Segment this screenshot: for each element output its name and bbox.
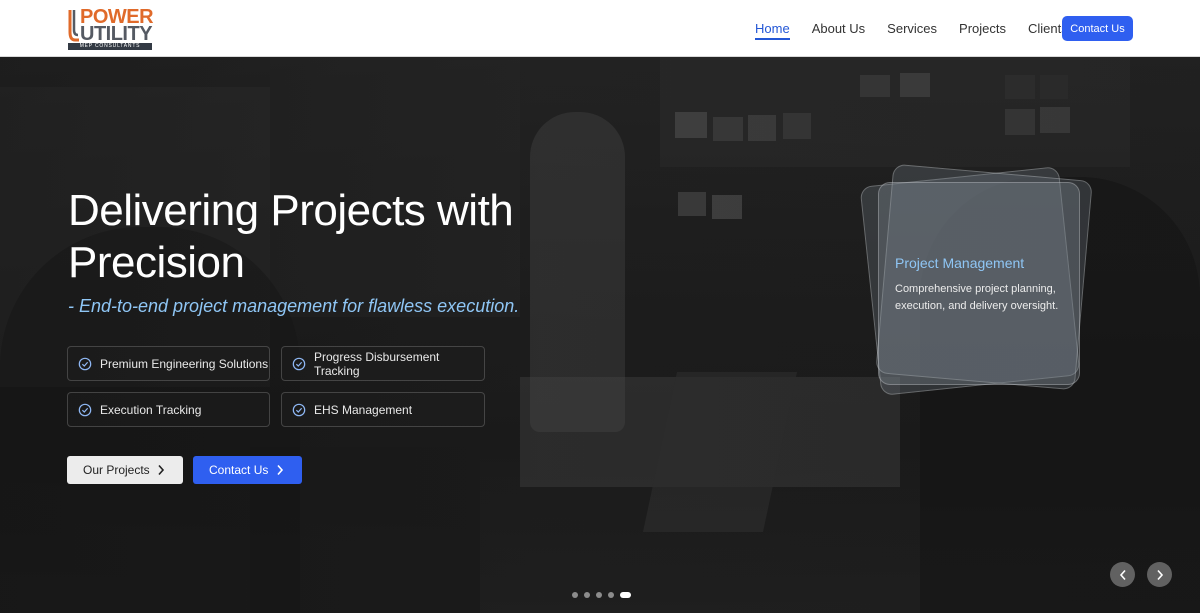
feature-label: EHS Management (314, 402, 413, 417)
logo-mark-icon (68, 10, 79, 42)
slider-prev-button[interactable] (1110, 562, 1135, 587)
check-circle-icon (292, 403, 306, 416)
nav-item-about-us[interactable]: About Us (812, 0, 865, 57)
check-circle-icon (78, 403, 92, 416)
feature-item: Execution Tracking (67, 392, 270, 427)
main-nav: Home About Us Services Projects Clients (755, 0, 1090, 57)
slider-dot[interactable] (584, 592, 590, 598)
hero-contact-button[interactable]: Contact Us (193, 456, 302, 484)
chevron-left-icon (1119, 569, 1126, 580)
site-header: POWER UTILITY MEP CONSULTANTS Home About… (0, 0, 1200, 57)
hero-subtitle: - End-to-end project management for flaw… (68, 296, 520, 316)
header-contact-button[interactable]: Contact Us (1062, 16, 1133, 41)
service-card-text: Comprehensive project planning, executio… (895, 283, 1059, 312)
nav-item-projects[interactable]: Projects (959, 0, 1006, 57)
feature-item: Premium Engineering Solutions (67, 346, 270, 381)
company-logo[interactable]: POWER UTILITY MEP CONSULTANTS (68, 6, 154, 52)
check-circle-icon (292, 357, 306, 370)
chevron-right-icon (277, 464, 284, 476)
nav-item-home[interactable]: Home (755, 0, 790, 57)
nav-item-services[interactable]: Services (887, 0, 937, 57)
service-card-stack: Project Management Comprehensive project… (858, 162, 1103, 402)
slider-dot[interactable] (608, 592, 614, 598)
chevron-right-icon (158, 464, 165, 476)
slider-pagination (572, 592, 637, 598)
our-projects-button[interactable]: Our Projects (67, 456, 183, 484)
hero-title: Delivering Projects with Precision (68, 186, 514, 287)
slider-dot[interactable] (596, 592, 602, 598)
hero-section: Delivering Projects with Precision - End… (0, 57, 1200, 613)
feature-item: Progress Disbursement Tracking (281, 346, 485, 381)
service-card-title: Project Management (895, 255, 1025, 271)
feature-label: Premium Engineering Solutions (100, 356, 269, 371)
feature-label: Progress Disbursement Tracking (314, 349, 440, 378)
our-projects-label: Our Projects (83, 463, 150, 477)
slider-dot[interactable] (572, 592, 578, 598)
logo-tagline: MEP CONSULTANTS (68, 43, 152, 50)
chevron-right-icon (1156, 569, 1163, 580)
feature-item: EHS Management (281, 392, 485, 427)
hero-contact-label: Contact Us (209, 463, 269, 477)
feature-label: Execution Tracking (100, 402, 202, 417)
check-circle-icon (78, 357, 92, 370)
slider-dot-active[interactable] (620, 592, 631, 598)
slider-next-button[interactable] (1147, 562, 1172, 587)
